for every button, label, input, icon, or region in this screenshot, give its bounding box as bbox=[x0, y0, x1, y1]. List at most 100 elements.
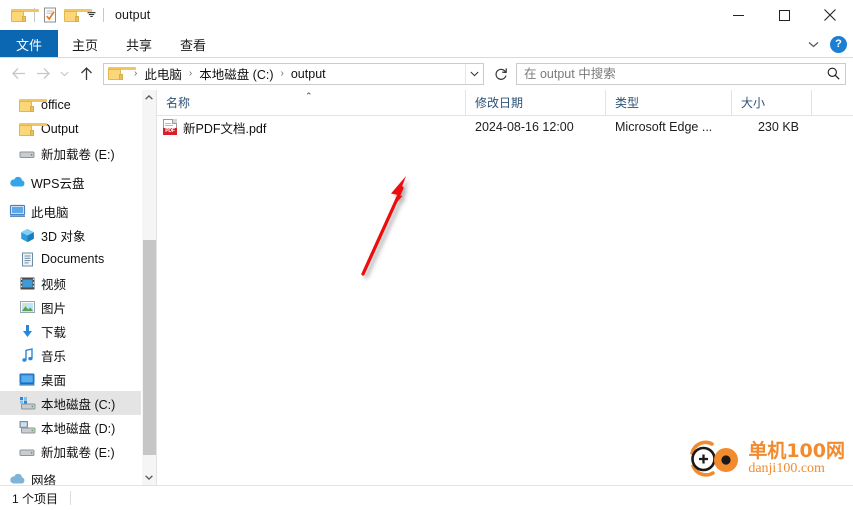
tab-home[interactable]: 主页 bbox=[58, 30, 112, 58]
file-size-cell: 230 KB bbox=[757, 120, 799, 134]
sidebar-item-music[interactable]: 音乐 bbox=[0, 343, 140, 367]
forward-button[interactable] bbox=[31, 62, 55, 86]
refresh-icon bbox=[495, 67, 507, 80]
breadcrumb[interactable]: › 此电脑 › 本地磁盘 (C:) › output bbox=[103, 62, 484, 85]
tab-file[interactable]: 文件 bbox=[0, 30, 59, 58]
minimize-button[interactable] bbox=[715, 0, 761, 30]
ribbon-collapse-button[interactable] bbox=[805, 41, 822, 48]
qat-customize-dropdown[interactable] bbox=[83, 4, 99, 26]
sort-ascending-icon: ⌃ bbox=[305, 91, 313, 101]
recent-locations-button[interactable] bbox=[56, 62, 73, 86]
sidebar-item-network[interactable]: 网络 bbox=[0, 467, 140, 485]
chevron-down-icon bbox=[808, 41, 819, 47]
sidebar-item-label: 图片 bbox=[41, 301, 67, 316]
sidebar-item-this-pc[interactable]: 此电脑 bbox=[0, 199, 140, 223]
ribbon-right-controls: ? bbox=[805, 30, 847, 58]
pdf-icon-label: PDF bbox=[163, 128, 177, 135]
sidebar-item-documents[interactable]: Documents bbox=[0, 247, 140, 271]
column-header-type[interactable]: 类型 bbox=[606, 90, 732, 115]
sidebar-item-office[interactable]: office bbox=[0, 93, 140, 117]
search-box[interactable] bbox=[516, 62, 846, 85]
file-rows: PDF 新PDF文档.pdf 2024-08-16 12:00 Microsof… bbox=[157, 116, 853, 485]
quick-access-toolbar bbox=[0, 4, 108, 26]
qat-separator-2 bbox=[103, 8, 104, 22]
sidebar-item-label: 视频 bbox=[41, 277, 67, 292]
breadcrumb-item-2[interactable]: output bbox=[289, 67, 328, 81]
scroll-down-button[interactable] bbox=[142, 470, 156, 485]
sidebar-item-label: 下载 bbox=[41, 325, 67, 340]
navigation-pane: office Output 新加载卷 (E:) WPS云盘 此电脑 3D 对象 … bbox=[0, 90, 156, 485]
downloads-icon bbox=[18, 323, 36, 339]
sidebar-item-wps-cloud[interactable]: WPS云盘 bbox=[0, 170, 140, 194]
chevron-down-icon bbox=[60, 71, 69, 76]
table-row[interactable]: PDF 新PDF文档.pdf 2024-08-16 12:00 Microsof… bbox=[157, 116, 853, 138]
drive-icon bbox=[18, 443, 36, 459]
qat-properties-icon[interactable] bbox=[39, 4, 61, 26]
refresh-button[interactable] bbox=[490, 64, 512, 84]
scrollbar-thumb[interactable] bbox=[143, 240, 156, 455]
breadcrumb-item-1[interactable]: 本地磁盘 (C:) bbox=[197, 64, 275, 83]
sidebar-item-desktop[interactable]: 桌面 bbox=[0, 367, 140, 391]
sidebar-item-label: 新加载卷 (E:) bbox=[41, 445, 115, 460]
minimize-icon bbox=[732, 14, 744, 16]
close-icon bbox=[824, 9, 836, 21]
desktop-icon bbox=[18, 371, 36, 387]
sidebar-item-label: 本地磁盘 (C:) bbox=[41, 397, 116, 412]
search-icon[interactable] bbox=[821, 67, 845, 80]
sidebar-item-new-volume-e-top[interactable]: 新加载卷 (E:) bbox=[0, 141, 140, 165]
folder-icon bbox=[18, 121, 47, 137]
breadcrumb-folder-icon[interactable] bbox=[104, 67, 136, 80]
address-bar-row: › 此电脑 › 本地磁盘 (C:) › output bbox=[0, 58, 853, 89]
local-disk-icon bbox=[18, 395, 36, 411]
sidebar-item-videos[interactable]: 视频 bbox=[0, 271, 140, 295]
breadcrumb-item-0[interactable]: 此电脑 bbox=[142, 64, 184, 83]
sidebar-item-new-volume-e[interactable]: 新加载卷 (E:) bbox=[0, 439, 140, 463]
breadcrumb-separator-0: › bbox=[134, 67, 138, 79]
file-type-cell: Microsoft Edge ... bbox=[615, 120, 713, 134]
navigation-scrollbar[interactable] bbox=[141, 90, 156, 485]
column-header-label: 修改日期 bbox=[475, 96, 524, 110]
window-controls bbox=[715, 0, 853, 30]
music-icon bbox=[18, 347, 36, 363]
column-header-size[interactable]: 大小 bbox=[732, 90, 812, 115]
new-folder-icon bbox=[64, 8, 92, 22]
sidebar-item-output[interactable]: Output bbox=[0, 117, 140, 141]
file-name-cell[interactable]: PDF 新PDF文档.pdf bbox=[157, 118, 466, 137]
file-name-label: 新PDF文档.pdf bbox=[183, 121, 267, 136]
sidebar-item-label: 网络 bbox=[31, 473, 57, 486]
sidebar-item-local-disk-d[interactable]: 本地磁盘 (D:) bbox=[0, 415, 140, 439]
chevron-down-icon bbox=[470, 71, 479, 76]
column-header-label: 类型 bbox=[615, 96, 640, 110]
close-button[interactable] bbox=[807, 0, 853, 30]
column-header-name[interactable]: 名称 ⌃ bbox=[157, 90, 466, 115]
annotation-arrow bbox=[361, 176, 406, 276]
breadcrumb-separator-2: › bbox=[280, 67, 284, 79]
search-input[interactable] bbox=[517, 65, 821, 82]
window-title: output bbox=[115, 8, 151, 22]
column-header-row: 名称 ⌃ 修改日期 类型 大小 bbox=[157, 90, 853, 116]
up-button[interactable] bbox=[74, 62, 98, 86]
help-button[interactable]: ? bbox=[830, 35, 847, 53]
ribbon-divider bbox=[0, 57, 853, 58]
explorer-window: output 文件 主页 共享 查看 ? › 此电脑 › 本地磁盘 (C:) ›… bbox=[0, 0, 853, 510]
sidebar-item-downloads[interactable]: 下载 bbox=[0, 319, 140, 343]
sidebar-item-local-disk-c[interactable]: 本地磁盘 (C:) bbox=[0, 391, 150, 415]
documents-icon bbox=[18, 251, 36, 267]
column-header-filler bbox=[812, 90, 853, 115]
chevron-down-icon bbox=[87, 12, 95, 18]
qat-folder-icon[interactable] bbox=[8, 4, 39, 26]
tab-view[interactable]: 查看 bbox=[166, 30, 220, 58]
maximize-button[interactable] bbox=[761, 0, 807, 30]
sidebar-item-3d-objects[interactable]: 3D 对象 bbox=[0, 223, 140, 247]
breadcrumb-dropdown-button[interactable] bbox=[465, 63, 483, 84]
tab-share[interactable]: 共享 bbox=[112, 30, 166, 58]
qat-new-folder-icon[interactable] bbox=[61, 4, 92, 26]
back-button[interactable] bbox=[6, 62, 30, 86]
sidebar-item-pictures[interactable]: 图片 bbox=[0, 295, 140, 319]
explorer-body: office Output 新加载卷 (E:) WPS云盘 此电脑 3D 对象 … bbox=[0, 89, 853, 485]
column-header-date[interactable]: 修改日期 bbox=[466, 90, 606, 115]
scroll-up-button[interactable] bbox=[142, 90, 156, 105]
file-date-cell: 2024-08-16 12:00 bbox=[475, 120, 574, 134]
computer-icon bbox=[8, 203, 26, 219]
ribbon-tab-bar: 文件 主页 共享 查看 ? bbox=[0, 30, 853, 58]
